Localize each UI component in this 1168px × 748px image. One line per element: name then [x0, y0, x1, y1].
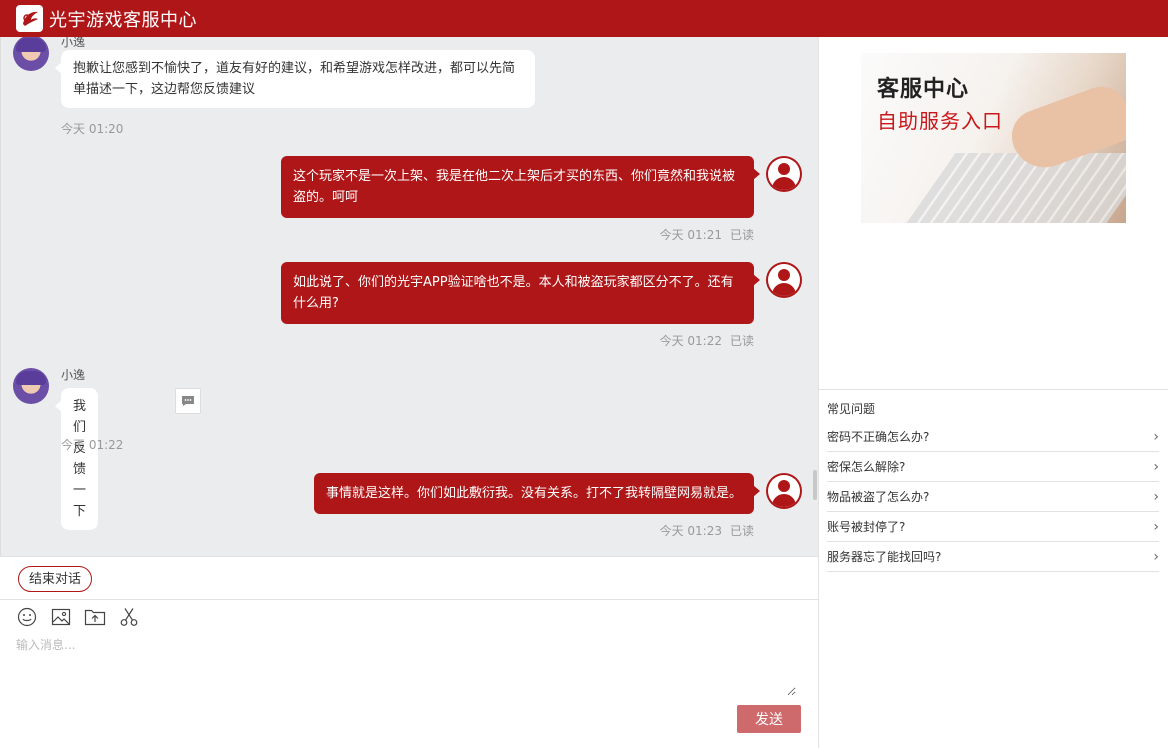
app-header: 光宇游戏客服中心	[0, 0, 1168, 37]
agent-name: 小逸	[61, 37, 86, 49]
read-status: 已读	[729, 228, 754, 242]
message-time: 今天 01:21 已读	[659, 228, 754, 242]
user-avatar	[766, 156, 802, 192]
read-status: 已读	[729, 334, 754, 348]
message-bubble: 抱歉让您感到不愉快了，道友有好的建议，和希望游戏怎样改进，都可以先简单描述一下，…	[55, 50, 535, 108]
chevron-right-icon: ›	[1153, 548, 1159, 565]
message-time: 今天 01:22 已读	[659, 334, 754, 348]
chevron-right-icon: ›	[1153, 428, 1159, 445]
faq-item[interactable]: 账号被封停了? ›	[827, 512, 1159, 542]
faq-item[interactable]: 密保怎么解除? ›	[827, 452, 1159, 482]
agent-name: 小逸	[61, 368, 86, 382]
scissors-icon[interactable]	[118, 606, 140, 628]
comment-icon[interactable]	[175, 388, 201, 414]
send-button[interactable]: 发送	[737, 705, 801, 733]
user-avatar	[766, 473, 802, 509]
agent-avatar	[13, 368, 49, 404]
message-bubble: 我们反馈一下	[54, 388, 99, 530]
keyboard-image	[906, 153, 1126, 223]
composer-toolbar	[16, 606, 140, 628]
faq-item[interactable]: 密码不正确怎么办? ›	[827, 422, 1159, 452]
banner-subtitle: 自助服务入口	[877, 109, 1003, 133]
faq-item[interactable]: 物品被盗了怎么办? ›	[827, 482, 1159, 512]
emoji-icon[interactable]	[16, 606, 38, 628]
message-bubble: 事情就是这样。你们如此敷衍我。没有关系。打不了我转隔壁网易就是。	[313, 473, 761, 514]
sidebar: 客服中心 自助服务入口 常见问题 密码不正确怎么办? › 密保怎么解除? › 物品被…	[818, 37, 1168, 748]
message-time: 今天 01:23 已读	[659, 524, 754, 538]
page-title: 光宇游戏客服中心	[49, 9, 197, 31]
image-icon[interactable]	[50, 606, 72, 628]
message-input[interactable]	[16, 636, 796, 696]
banner-title: 客服中心	[877, 77, 970, 102]
action-bar: 结束对话	[0, 556, 818, 600]
end-chat-button[interactable]: 结束对话	[18, 566, 93, 592]
message-time: 今天 01:20	[61, 122, 124, 136]
chevron-right-icon: ›	[1153, 518, 1159, 535]
read-status: 已读	[729, 524, 754, 538]
divider	[819, 389, 1168, 390]
faq-title: 常见问题	[827, 402, 876, 416]
agent-avatar	[13, 37, 49, 71]
chat-scrollbar[interactable]	[813, 470, 817, 500]
faq-item[interactable]: 服务器忘了能找回吗? ›	[827, 542, 1159, 572]
message-bubble: 这个玩家不是一次上架、我是在他二次上架后才买的东西、你们竟然和我说被盗的。呵呵	[281, 156, 760, 218]
upload-folder-icon[interactable]	[84, 606, 106, 628]
chat-panel[interactable]: 小逸 抱歉让您感到不愉快了，道友有好的建议，和希望游戏怎样改进，都可以先简单描述…	[0, 37, 818, 556]
chevron-right-icon: ›	[1153, 458, 1159, 475]
logo-icon	[16, 5, 43, 32]
message-time: 今天 01:22	[61, 438, 124, 452]
self-service-banner[interactable]: 客服中心 自助服务入口	[861, 53, 1126, 223]
chevron-right-icon: ›	[1153, 488, 1159, 505]
message-bubble: 如此说了、你们的光宇APP验证啥也不是。本人和被盗玩家都区分不了。还有什么用?	[281, 262, 760, 324]
user-avatar	[766, 262, 802, 298]
